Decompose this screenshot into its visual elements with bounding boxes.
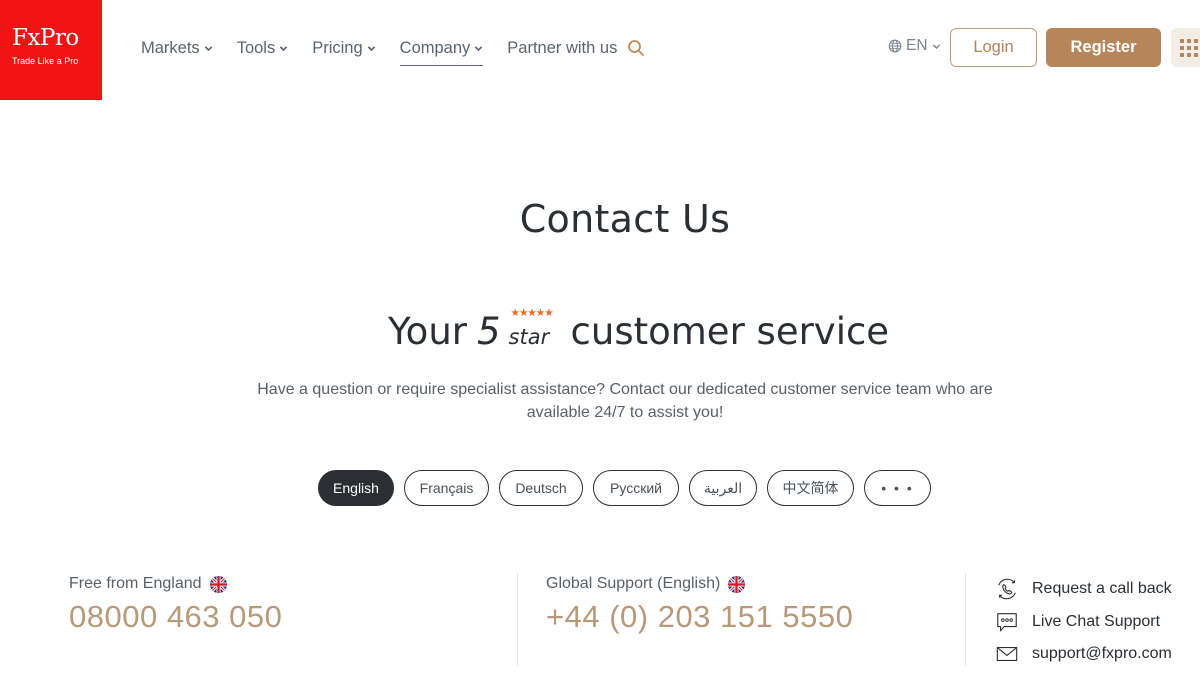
side-link-label: support@fxpro.com [1032, 645, 1172, 662]
live-chat-link[interactable]: Live Chat Support [994, 609, 1172, 635]
chevron-down-icon [932, 43, 940, 49]
contact-england: Free from England 08000 463 050 [69, 573, 518, 666]
search-icon[interactable] [627, 39, 645, 57]
phone-number-global[interactable]: +44 (0) 203 151 5550 [546, 599, 853, 635]
chevron-down-icon [367, 45, 375, 51]
star-rating: ★★★★★ star [509, 306, 569, 350]
phone-number-england[interactable]: 08000 463 050 [69, 599, 282, 635]
chat-bubble-icon [994, 609, 1020, 635]
phone-callback-icon [994, 576, 1020, 602]
nav-item-partner[interactable]: Partner with us [507, 36, 617, 60]
nav-label: Markets [141, 38, 200, 57]
side-link-label: Live Chat Support [1032, 612, 1161, 630]
envelope-icon [994, 641, 1020, 667]
nav-item-pricing[interactable]: Pricing [312, 36, 375, 60]
grid-icon [1180, 39, 1198, 57]
chevron-down-icon [279, 45, 288, 51]
uk-flag-icon [209, 575, 227, 593]
logo-wordmark: FxPro [12, 25, 79, 51]
nav-label: Company [399, 38, 471, 57]
tagline-suffix: customer service [570, 310, 890, 353]
lang-tab-german[interactable]: Deutsch [499, 470, 583, 506]
login-button[interactable]: Login [950, 28, 1037, 67]
request-callback-link[interactable]: Request a call back [994, 576, 1172, 602]
nav-item-tools[interactable]: Tools [237, 36, 289, 60]
lang-tab-more[interactable]: • • • [864, 470, 931, 506]
contact-label-row: Free from England [69, 575, 517, 593]
logo-tagline: Trade Like a Pro [12, 56, 79, 66]
lang-tab-arabic[interactable]: العربية [689, 470, 757, 506]
apps-menu-button[interactable] [1171, 28, 1200, 67]
page-title: Contact Us [519, 197, 731, 241]
nav-item-company[interactable]: Company [399, 36, 484, 66]
register-button[interactable]: Register [1046, 28, 1161, 67]
tagline-heading: Your 5 ★★★★★ star customer service [388, 300, 889, 350]
lang-tab-russian[interactable]: Русский [593, 470, 679, 506]
star-icons: ★★★★★ [510, 307, 554, 319]
site-header: FxPro Trade Like a Pro Markets Tools Pri… [0, 0, 1200, 100]
nav-label: Tools [236, 38, 276, 57]
language-code: EN [906, 37, 928, 54]
nav-label: Pricing [312, 38, 363, 57]
support-language-tabs: English Français Deutsch Русский العربية… [318, 470, 941, 506]
contact-label-row: Global Support (English) [546, 575, 965, 593]
chevron-down-icon [204, 45, 212, 51]
intro-text: Have a question or require specialist as… [257, 381, 993, 421]
contact-global: Global Support (English) +44 (0) 203 151… [546, 573, 966, 666]
globe-icon [888, 39, 902, 53]
fxpro-logo[interactable]: FxPro Trade Like a Pro [0, 0, 102, 100]
lang-tab-english[interactable]: English [318, 470, 394, 506]
lang-tab-french[interactable]: Français [404, 470, 489, 506]
contact-label: Free from England [69, 575, 202, 592]
tagline-prefix: Your [388, 310, 467, 353]
language-selector[interactable]: EN [888, 37, 941, 55]
support-links: Request a call back Live Chat Support su… [994, 576, 1172, 674]
uk-flag-icon [728, 575, 746, 593]
support-email-link[interactable]: support@fxpro.com [994, 641, 1172, 667]
tagline-number: 5 [477, 310, 501, 353]
nav-item-markets[interactable]: Markets [141, 36, 213, 60]
main-nav: Markets Tools Pricing Company Partner wi… [141, 36, 645, 66]
tagline-star-word: star [508, 325, 550, 349]
contact-label: Global Support (English) [546, 575, 721, 592]
nav-label: Partner with us [507, 38, 618, 57]
lang-tab-chinese[interactable]: 中文简体 [767, 470, 854, 506]
chevron-down-icon [475, 45, 483, 51]
side-link-label: Request a call back [1032, 580, 1172, 597]
